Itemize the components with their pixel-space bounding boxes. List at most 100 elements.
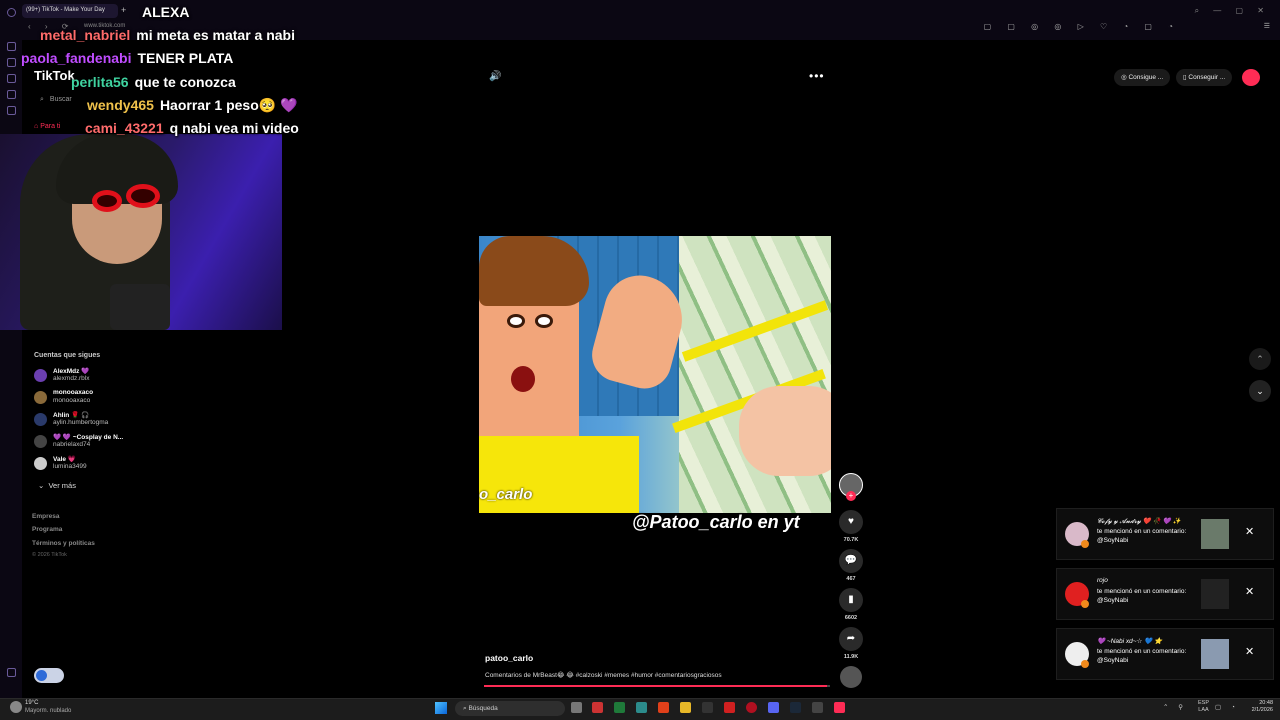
search-icon: ⌕ [40,96,44,103]
app-icon[interactable] [724,702,735,713]
video-player[interactable]: o_carlo [479,236,831,513]
app-icon[interactable] [812,702,823,713]
share-button[interactable]: ➦ [839,627,863,651]
get-app-label: Conseguir ... [1188,74,1226,81]
app-icon[interactable] [702,702,713,713]
more-options-icon[interactable]: ••• [809,69,825,83]
following-item[interactable]: monooaxaco monooaxaco [34,389,174,409]
notification-user: rojo [1097,577,1108,584]
following-handle: alexmdz.rblx [53,375,90,382]
new-tab-button[interactable]: + [121,5,126,15]
browser-menu-icons[interactable]: ☰ [1264,22,1274,30]
system-tray-icons[interactable]: ⌃ ⚲ [1163,703,1187,711]
get-app-button[interactable]: ▯ Conseguir ... [1176,69,1233,86]
close-icon[interactable]: ✕ [1245,645,1254,658]
folder-icon[interactable] [680,702,691,713]
video-author[interactable]: patoo_carlo [485,653,533,663]
rail-icon[interactable] [7,42,16,51]
steam-icon[interactable] [790,702,801,713]
see-more-button[interactable]: ⌄ Ver más [38,481,76,490]
notification-text: te mencionó en un comentario: @SoyNabi [1097,588,1187,604]
get-coins-button[interactable]: ◎ Consigue ... [1114,69,1171,86]
tab-title: (99+) TikTok - Make Your Day [26,7,105,13]
chevron-up-icon: ⌃ [1256,354,1264,364]
video-caption-watermark: @Patoo_carlo en yt [632,512,800,532]
notification-badge [1081,660,1089,668]
search-input[interactable]: ⌕ Buscar [34,96,72,104]
rail-icon[interactable] [7,74,16,83]
following-item[interactable]: Ahlin 🌹 🎧 aylin.humbertogma [34,411,174,431]
volume-icon[interactable]: 🔊 [489,71,501,82]
mention-notification[interactable]: 💜 ~Nabi xd~☆ 💙 ⭐ te mencionó en un comen… [1056,628,1274,680]
tiktok-logo[interactable]: TikTok [34,68,75,83]
save-button[interactable]: ▮ [839,588,863,612]
nav-for-you[interactable]: ⌂ Para ti [34,123,60,130]
taskbar-search-label: Búsqueda [468,705,498,712]
mention-notification[interactable]: rojo te mencionó en un comentario: @SoyN… [1056,568,1274,620]
chat-message: ALEXA [136,4,189,20]
avatar [34,369,47,382]
opera-icon[interactable] [746,702,757,713]
chat-user: metal_nabriel [40,27,131,43]
footer-link-company[interactable]: Empresa [32,513,59,520]
previous-video-button[interactable]: ⌃ [1249,348,1271,370]
browser-tab[interactable]: (99+) TikTok - Make Your Day [22,4,118,18]
excel-icon[interactable] [614,702,625,713]
task-view-icon[interactable] [571,702,582,713]
footer-link-terms[interactable]: Términos y políticas [32,540,95,547]
red-glasses-left [92,190,122,212]
like-button[interactable]: ♥ [839,510,863,534]
sound-disc-avatar[interactable] [840,666,862,688]
chat-message: perlita56 que te conozca [71,74,236,90]
weather-temp[interactable]: 19°C [25,700,38,706]
window-controls[interactable]: ⌕ — ▢ ✕ [1195,6,1270,16]
notification-text: te mencionó en un comentario: @SoyNabi [1097,648,1187,664]
rail-icon[interactable] [7,58,16,67]
comment-button[interactable]: 💬 [839,549,863,573]
rail-settings-icon[interactable] [7,668,16,677]
close-icon[interactable]: ✕ [1245,525,1254,538]
weather-desc[interactable]: Mayorm. nublado [25,708,71,714]
chat-user: cami_43221 [85,120,164,136]
screen: (99+) TikTok - Make Your Day + ‹ › ⟳ www… [0,0,1280,720]
follow-plus-icon[interactable]: + [846,491,856,501]
close-icon[interactable]: ✕ [1245,585,1254,598]
heart-icon: ♥ [848,516,854,527]
tiktok-app-icon[interactable] [834,702,845,713]
discord-icon[interactable] [768,702,779,713]
chevron-down-icon: ⌄ [38,481,45,490]
chat-user: paola_fandenabi [21,50,132,66]
get-coins-label: Consigue ... [1128,74,1164,81]
rail-icon[interactable] [7,90,16,99]
kid-eye [507,314,525,328]
windows-start-icon[interactable] [435,702,447,714]
network-volume-icons[interactable]: ▢ ◔ [1215,703,1239,711]
next-video-button[interactable]: ⌄ [1249,380,1271,402]
bookmark-icon: ▮ [848,594,854,605]
search-placeholder: Buscar [49,96,72,103]
browser-extension-icons[interactable]: ▢ ▢ ◎ ◎ ▷ ♡ ◔ ▢ ◔ [984,22,1180,31]
toggle-knob [36,670,47,681]
profile-avatar[interactable] [1242,69,1260,86]
copyright: © 2026 TikTok [32,552,67,558]
chat-user: wendy465 [87,97,154,113]
following-item[interactable]: Vale 💗 lumina3499 [34,455,174,475]
notification-thumbnail [1201,579,1229,609]
taskbar-clock[interactable]: 20:48 2/1/2026 [1245,700,1273,714]
rail-icon[interactable] [7,106,16,115]
video-progress-fill [484,685,827,687]
footer-link-program[interactable]: Programa [32,526,62,533]
like-count: 70.7K [843,537,859,543]
app-icon[interactable] [636,702,647,713]
avatar [34,413,47,426]
language-indicator[interactable]: ESP LAA [1198,700,1209,714]
taskbar-search[interactable]: ⌕ Búsqueda [455,701,565,716]
chat-user: perlita56 [71,74,129,90]
weather-icon[interactable] [10,701,22,713]
following-item[interactable]: 💜 💜 ~Cosplay de N... nabrielaxd74 [34,433,174,453]
mention-notification[interactable]: 𝓒𝓸𝓯𝔂 𝔂 𝓐𝓷𝓭𝓻𝔂 ❤️ 🥀 💜 ✨ te mencionó en un … [1056,508,1274,560]
notification-thumbnail [1201,639,1229,669]
following-item[interactable]: AlexMdz 💜 alexmdz.rblx [34,367,174,387]
app-icon[interactable] [592,702,603,713]
brave-icon[interactable] [658,702,669,713]
